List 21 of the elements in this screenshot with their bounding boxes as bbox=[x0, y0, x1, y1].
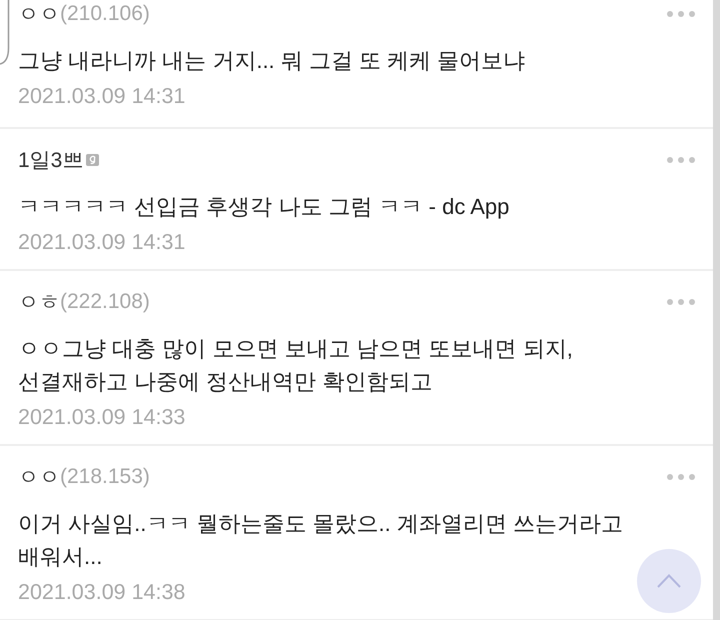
author-name[interactable]: ㅇㅇ bbox=[18, 0, 60, 28]
author-ip: (218.153) bbox=[60, 465, 150, 489]
author-name[interactable]: 1일3쁘 bbox=[18, 146, 84, 174]
more-icon[interactable] bbox=[667, 157, 695, 163]
more-icon[interactable] bbox=[667, 299, 695, 305]
comment-text: 이거 사실임..ㅋㅋ 뭘하는줄도 몰랐으.. 계좌열리면 쓰는거라고 배워서... bbox=[18, 510, 624, 570]
author-ip: (222.108) bbox=[60, 290, 150, 314]
author-name[interactable]: ㅇㅇ bbox=[18, 463, 60, 491]
author-name[interactable]: ㅇㅎ bbox=[18, 288, 60, 316]
comment-text: ㅇㅇ그냥 대충 많이 모으면 보내고 남으면 또보내면 되지, 선결재하고 나중에 정산내역만 확인함되고 bbox=[18, 334, 573, 396]
chevron-up-icon bbox=[657, 574, 681, 588]
author-ip: (210.106) bbox=[60, 2, 150, 26]
frame-edge-drawing bbox=[0, 0, 10, 66]
more-icon[interactable] bbox=[667, 11, 695, 17]
comment-timestamp: 2021.03.09 14:31 bbox=[18, 83, 186, 110]
more-icon[interactable] bbox=[667, 474, 695, 480]
comment-timestamp: 2021.03.09 14:31 bbox=[18, 229, 186, 256]
comment-text: ㅋㅋㅋㅋㅋ 선입금 후생각 나도 그럼 ㅋㅋ - dc App bbox=[18, 192, 510, 221]
comment-timestamp: 2021.03.09 14:33 bbox=[18, 404, 186, 431]
comment-text: 그냥 내라니까 내는 거지... 뭐 그걸 또 케케 물어보냐 bbox=[18, 46, 526, 74]
comment-timestamp: 2021.03.09 14:38 bbox=[18, 579, 186, 606]
